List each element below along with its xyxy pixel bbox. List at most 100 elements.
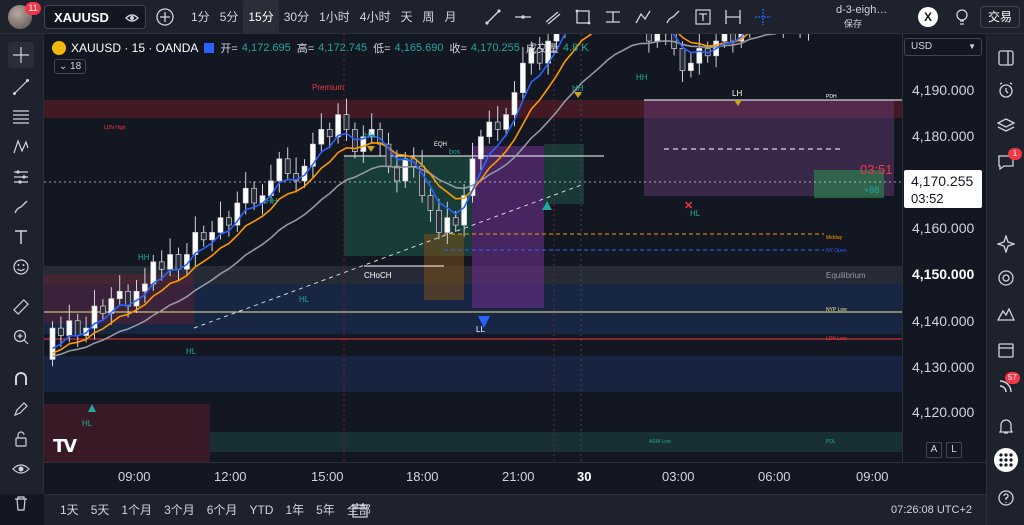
auto-scale-button[interactable]: A [926, 442, 942, 458]
time-label: 21:00 [502, 469, 535, 484]
range-2[interactable]: 1个月 [115, 495, 158, 525]
draw-tool-1[interactable] [508, 4, 538, 30]
trade-button[interactable]: 交易 [980, 6, 1020, 28]
candle-body [654, 34, 661, 42]
interval-7[interactable]: 周 [417, 0, 439, 34]
hh-label: HH [138, 253, 150, 262]
lock-drawings-tool[interactable] [8, 396, 34, 422]
range-3[interactable]: 3个月 [158, 495, 201, 525]
nyp-low-label: NYP Low [826, 307, 847, 313]
discount-zone-2 [44, 356, 902, 392]
draw-tool-4[interactable] [598, 4, 628, 30]
candle-body [49, 327, 56, 360]
brush-tool[interactable] [8, 194, 34, 220]
draw-tool-2[interactable] [538, 4, 568, 30]
draw-tool-5[interactable] [628, 4, 658, 30]
interval-1[interactable]: 5分 [215, 0, 244, 34]
watchlist-button[interactable] [994, 46, 1018, 70]
log-scale-button[interactable]: L [946, 442, 962, 458]
layout-name[interactable]: d-3-eigh… [836, 4, 898, 16]
interval-2[interactable]: 15分 [243, 0, 279, 34]
candle-body [478, 136, 484, 160]
hh-label: HH [636, 73, 648, 82]
calendar-button[interactable] [994, 338, 1018, 362]
hide-drawings-tool[interactable] [8, 456, 34, 482]
last-price-label: 4,170.255 03:52 [904, 170, 982, 208]
currency-select[interactable]: USD ▼ [904, 38, 982, 56]
price-scale[interactable] [902, 34, 986, 462]
equilibrium-label: Equilibrium [826, 271, 866, 280]
legend-close: 4,170.255 [470, 42, 520, 54]
candle-body [721, 34, 728, 42]
interval-6[interactable]: 天 [395, 0, 417, 34]
draw-tool-6[interactable] [658, 4, 688, 30]
interval-8[interactable]: 月 [440, 0, 462, 34]
candle-body [226, 217, 232, 226]
more-button[interactable] [994, 448, 1018, 472]
range-0[interactable]: 1天 [54, 495, 85, 525]
lock-tool[interactable] [8, 426, 34, 452]
candle-body [217, 217, 224, 233]
bell-icon [998, 419, 1014, 434]
crosshair-tool[interactable] [8, 42, 34, 68]
choch-label: CHoCH [364, 271, 392, 280]
ideas-button[interactable] [994, 232, 1018, 256]
symbol-search-button[interactable]: XAUUSD [44, 5, 146, 29]
candle-body [142, 283, 148, 292]
parallel-channel-icon [545, 11, 561, 25]
notification-badge: 11 [25, 2, 41, 15]
draw-tool-9[interactable] [748, 4, 778, 30]
market-flag-icon [204, 43, 215, 53]
draw-tool-8[interactable] [718, 4, 748, 30]
range-5[interactable]: YTD [243, 495, 279, 525]
fib-tool[interactable] [8, 104, 34, 130]
indicators-collapse-button[interactable]: ⌄ 18 [54, 59, 86, 74]
candle-body [158, 261, 165, 270]
add-symbol-icon[interactable] [155, 7, 175, 27]
range-6[interactable]: 1年 [279, 495, 310, 525]
forecast-tool[interactable] [8, 164, 34, 190]
hl-label: HL [82, 419, 93, 428]
interval-0[interactable]: 1分 [186, 0, 215, 34]
clock-timezone[interactable]: 07:26:08 UTC+2 [891, 504, 972, 516]
delete-tool[interactable] [8, 490, 34, 516]
zoom-tool[interactable] [8, 324, 34, 350]
legend-symbol[interactable]: XAUUSD · 15 · OANDA [71, 41, 198, 55]
candle-body [326, 129, 333, 138]
magnet-icon [15, 372, 27, 385]
candle-body [284, 158, 291, 174]
lightbulb-icon[interactable] [952, 7, 972, 27]
draw-tool-7[interactable] [688, 4, 718, 30]
draw-tool-0[interactable] [478, 4, 508, 30]
draw-tool-3[interactable] [568, 4, 598, 30]
pine-button[interactable] [994, 302, 1018, 326]
pattern-tool[interactable] [8, 134, 34, 160]
price-chart[interactable]: ✕PremiumLDN HighEQHbosCHoCHHHHHHHHHHHHLH… [44, 34, 902, 462]
range-4[interactable]: 6个月 [201, 495, 244, 525]
object-tree-button[interactable] [994, 114, 1018, 138]
calendar-goto-icon[interactable] [352, 502, 368, 518]
eye-icon [12, 464, 30, 474]
range-1[interactable]: 5天 [85, 495, 116, 525]
streams-button[interactable] [994, 266, 1018, 290]
time-scale[interactable]: 09:00 12:00 15:00 18:00 21:00 30 03:00 06:00 09:… [44, 462, 986, 492]
bell-button[interactable] [994, 414, 1018, 438]
layout-save-status[interactable]: 保存 [844, 17, 862, 30]
help-button[interactable] [994, 486, 1018, 510]
alerts-button[interactable] [994, 78, 1018, 102]
interval-3[interactable]: 30分 [279, 0, 314, 34]
interval-4[interactable]: 1小时 [314, 0, 355, 34]
lh-label: LH [732, 89, 742, 98]
price-label: 4,190.000 [912, 82, 975, 98]
interval-5[interactable]: 4小时 [355, 0, 396, 34]
emoji-tool[interactable] [8, 254, 34, 280]
range-7[interactable]: 5年 [310, 495, 341, 525]
text-tool[interactable] [8, 224, 34, 250]
ruler-tool[interactable] [8, 294, 34, 320]
chart-pane[interactable]: ✕ Premium LDN High EQH bos CHoCH HH HH HH HH HH HL H… [44, 34, 902, 462]
asia-low-label: ASIA Low [649, 439, 671, 445]
close-button[interactable]: X [918, 7, 938, 27]
price-label: 4,130.000 [912, 359, 975, 375]
magnet-tool[interactable] [8, 366, 34, 392]
trend-line-tool[interactable] [8, 74, 34, 100]
